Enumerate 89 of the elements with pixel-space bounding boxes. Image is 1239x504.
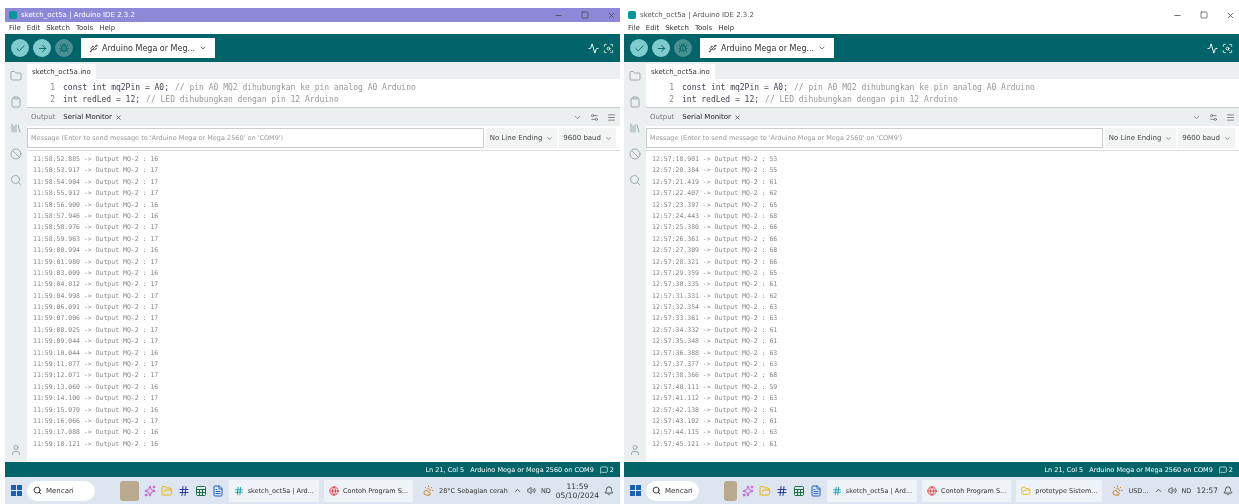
photo-placeholder	[119, 480, 139, 501]
app-icon	[628, 11, 636, 19]
bell-icon[interactable]	[604, 485, 614, 496]
upload-button[interactable]	[652, 39, 670, 57]
verify-button[interactable]	[11, 39, 29, 57]
plotter-icon[interactable]	[1207, 42, 1218, 54]
code-comment: // pin A0 MQ2 dihubungkan ke pin analog A0 Arduino	[793, 82, 1035, 92]
maximize-icon[interactable]	[581, 11, 589, 19]
code-comment: // LED dihubungkan dengan pin 12 Arduino	[146, 94, 339, 104]
app-icon	[9, 11, 17, 19]
caret-icon	[546, 134, 554, 142]
user-icon[interactable]	[629, 444, 641, 456]
usb-icon	[708, 43, 717, 53]
clipboard-icon[interactable]	[629, 96, 641, 108]
board-selector[interactable]: Arduino Mega or Meg...	[81, 38, 216, 58]
library-icon[interactable]	[629, 122, 641, 134]
document-icon[interactable]	[809, 484, 822, 497]
verify-button[interactable]	[630, 39, 648, 57]
close-icon[interactable]	[1226, 10, 1235, 20]
windows-logo-icon[interactable]	[11, 485, 22, 496]
upload-button[interactable]	[33, 39, 51, 57]
bug-icon	[678, 43, 688, 53]
line-number: 2	[668, 94, 675, 104]
globe-icon	[328, 485, 339, 496]
speaker-icon[interactable]	[1167, 486, 1177, 495]
user-icon[interactable]	[10, 444, 22, 456]
search-icon[interactable]	[10, 174, 22, 186]
caret-icon	[605, 134, 612, 142]
globe-icon	[927, 485, 938, 496]
menu-icon[interactable]	[1226, 112, 1235, 122]
app-icon	[233, 485, 244, 496]
bug-icon	[59, 43, 69, 53]
search-icon	[33, 486, 42, 495]
usb-icon	[89, 43, 98, 53]
sparkle-icon[interactable]	[741, 484, 754, 497]
hash-icon[interactable]	[775, 484, 788, 497]
serial-monitor-icon[interactable]	[1222, 42, 1233, 54]
photo-placeholder	[723, 480, 737, 501]
spreadsheet-icon[interactable]	[194, 484, 207, 497]
check-icon	[14, 42, 26, 54]
arrow-right-icon	[36, 42, 48, 54]
widget-icon[interactable]	[423, 485, 435, 496]
caret-icon	[1224, 134, 1231, 142]
spreadsheet-icon[interactable]	[792, 484, 805, 497]
check-icon	[633, 42, 645, 54]
caret-icon	[818, 44, 827, 52]
library-icon[interactable]	[10, 122, 22, 134]
code-comment: // LED dihubungkan dengan pin 12 Arduino	[765, 94, 958, 104]
serial-monitor-icon[interactable]	[603, 42, 614, 54]
hash-icon[interactable]	[177, 484, 190, 497]
plotter-icon[interactable]	[588, 42, 599, 54]
sparkle-icon[interactable]	[143, 484, 156, 497]
folder-icon[interactable]	[629, 70, 641, 82]
caret-icon	[199, 44, 208, 52]
debug-button[interactable]	[55, 39, 73, 57]
code-text: const int mq2Pin = A0;	[682, 82, 788, 92]
chevron-up-icon[interactable]	[1153, 486, 1163, 495]
widget-icon[interactable]	[1112, 485, 1124, 496]
close-icon	[734, 113, 741, 121]
debug-icon[interactable]	[10, 148, 22, 160]
board-selector[interactable]: Arduino Mega or Meg...	[700, 38, 835, 58]
arrow-right-icon	[655, 42, 667, 54]
chat-icon	[1218, 465, 1227, 474]
chat-icon	[599, 465, 608, 474]
search-icon	[652, 486, 661, 495]
clipboard-icon[interactable]	[10, 96, 22, 108]
menu-icon[interactable]	[607, 112, 616, 122]
code-text: const int mq2Pin = A0;	[63, 82, 169, 92]
code-comment: // pin A0 MQ2 dihubungkan ke pin analog A0 Arduino	[174, 82, 416, 92]
code-text: int redLed = 12;	[682, 94, 760, 104]
windows-logo-icon[interactable]	[630, 485, 641, 496]
debug-button[interactable]	[674, 39, 692, 57]
app-icon	[831, 485, 842, 496]
line-number: 1	[49, 82, 56, 92]
code-text: int redLed = 12;	[63, 94, 141, 104]
search-icon[interactable]	[629, 174, 641, 186]
debug-icon[interactable]	[629, 148, 641, 160]
line-number: 1	[668, 82, 675, 92]
folder-icon[interactable]	[10, 70, 22, 82]
folder-icon	[1021, 485, 1032, 496]
close-icon[interactable]	[607, 10, 616, 20]
maximize-icon[interactable]	[1200, 11, 1208, 19]
close-icon	[115, 113, 122, 121]
chevron-up-icon[interactable]	[512, 486, 522, 495]
line-number: 2	[49, 94, 56, 104]
caret-icon	[1165, 134, 1173, 142]
bell-icon[interactable]	[1223, 485, 1233, 496]
document-icon[interactable]	[211, 484, 224, 497]
speaker-icon[interactable]	[526, 486, 536, 495]
